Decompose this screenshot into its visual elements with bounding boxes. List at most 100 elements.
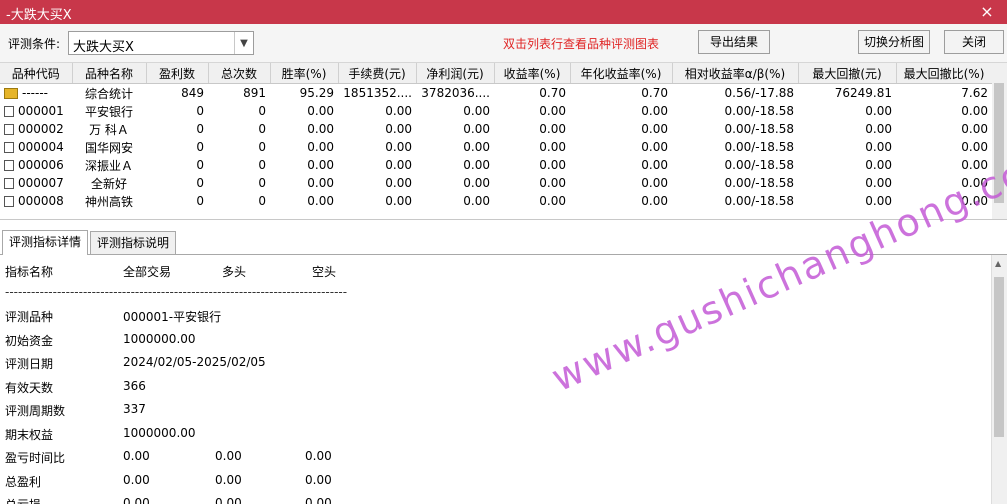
column-header[interactable]: 胜率(%) (270, 63, 339, 84)
table-cell: 0.00 (961, 140, 988, 154)
table-cell: 0.00 (641, 176, 668, 190)
chevron-down-icon[interactable]: ▼ (234, 32, 253, 54)
document-icon (4, 142, 14, 153)
table-cell: 0 (196, 158, 204, 172)
cell-code: ------ (0, 84, 72, 103)
table-row[interactable]: 000002 万 科Ａ 0 0 0.00 0.00 0.00 0.00 0.00 0.00/-18… (0, 120, 992, 138)
table-cell: 0.00 (385, 122, 412, 136)
detail-header-short: 空头 (312, 265, 337, 279)
table-scrollbar-thumb[interactable] (994, 83, 1004, 203)
table-cell: 0.00 (463, 176, 490, 190)
tab-indicator-details[interactable]: 评测指标详情 (2, 230, 89, 255)
column-header[interactable]: 收益率(%) (494, 63, 571, 84)
table-cell: 76249.81 (834, 86, 892, 100)
table-row[interactable]: 000001 平安银行 0 0 0.00 0.00 0.00 0.00 0.00 0.00/-18… (0, 102, 992, 120)
detail-separator: ----------------------------------------… (5, 285, 348, 299)
column-header[interactable]: 相对收益率α/β(%) (672, 63, 799, 84)
cell-code-text: 000007 (18, 176, 64, 190)
table-cell: 0.00 (307, 194, 334, 208)
detail-label: 评测日期 (5, 357, 54, 371)
condition-select[interactable]: 大跌大买X ▼ (68, 31, 254, 55)
table-cell: 0.70 (641, 86, 668, 100)
table-row[interactable]: 000004 国华网安 0 0 0.00 0.00 0.00 0.00 0.00 0.00/-18… (0, 138, 992, 156)
table-cell: 0.00 (385, 176, 412, 190)
table-cell: 0.00 (539, 194, 566, 208)
toolbar: 评测条件: 大跌大买X ▼ 双击列表行查看品种评测图表 导出结果 切换分析图 关… (0, 24, 1007, 63)
table-cell: 0 (258, 104, 266, 118)
table-cell: 0 (258, 176, 266, 190)
document-icon (4, 124, 14, 135)
column-header[interactable]: 品种代码 (0, 63, 73, 84)
table-cell: 0 (196, 104, 204, 118)
table-cell: 3782036.... (421, 86, 490, 100)
table-cell: 0.00 (865, 104, 892, 118)
detail-value: 0.00 (305, 449, 332, 463)
detail-value: 0.00 (123, 449, 150, 463)
table-cell: 0.00 (539, 158, 566, 172)
column-header[interactable]: 盈利数 (146, 63, 209, 84)
tab-indicator-description[interactable]: 评测指标说明 (90, 231, 177, 254)
table-row[interactable]: 000007 全新好 0 0 0.00 0.00 0.00 0.00 0.00 0.00/-18.… (0, 174, 992, 192)
cell-code: 000004 (0, 138, 72, 156)
table-cell: 0.00 (865, 176, 892, 190)
switch-chart-button[interactable]: 切换分析图 (858, 30, 930, 54)
export-button[interactable]: 导出结果 (698, 30, 770, 54)
detail-value: 337 (123, 402, 146, 416)
column-header[interactable]: 最大回撤(元) (798, 63, 897, 84)
detail-value: 1000000.00 (123, 425, 196, 440)
column-header[interactable]: 净利润(元) (416, 63, 495, 84)
table-cell: 0.00 (463, 194, 490, 208)
cell-code: 000008 (0, 192, 72, 210)
column-header[interactable]: 总次数 (208, 63, 271, 84)
detail-label: 初始资金 (5, 333, 54, 348)
detail-header-name: 指标名称 (5, 265, 54, 279)
detail-value: 0.00 (123, 496, 150, 504)
table-cell: 0.00 (539, 176, 566, 190)
column-header[interactable]: 手续费(元) (338, 63, 417, 84)
cell-code: 000002 (0, 120, 72, 138)
table-cell: 神州高铁 (84, 194, 133, 209)
table-cell: 0.00 (385, 194, 412, 208)
table-cell: 0.00 (307, 104, 334, 118)
table-cell: 平安银行 (84, 104, 133, 119)
table-cell: 0.00 (463, 158, 490, 172)
detail-value: 366 (123, 378, 146, 393)
cell-code: 000001 (0, 102, 72, 120)
table-cell: 0.00 (307, 158, 334, 172)
table-cell: 0.00 (641, 122, 668, 136)
table-cell: 0.00 (539, 122, 566, 136)
detail-label: 评测品种 (5, 310, 54, 324)
table-cell: 0.00 (641, 194, 668, 208)
window-close-icon[interactable]: × (967, 0, 1007, 24)
table-cell: 0.00/-18.58 (724, 140, 794, 154)
detail-value: 0.00 (215, 449, 242, 463)
detail-scrollbar-thumb[interactable] (994, 277, 1004, 437)
window-title: -大跌大买X (6, 8, 72, 23)
table-cell: 0 (258, 140, 266, 154)
detail-panel: 指标名称 全部交易 多头 空头 ------------------------… (0, 255, 992, 504)
table-cell: 0.00/-18.58 (724, 158, 794, 172)
table-cell: 95.29 (299, 86, 334, 100)
document-icon (4, 160, 14, 171)
table-cell: 0.00 (865, 194, 892, 208)
close-button[interactable]: 关闭 (944, 30, 1004, 54)
table-cell: 0.00 (463, 104, 490, 118)
hint-text: 双击列表行查看品种评测图表 (503, 37, 660, 51)
table-row[interactable]: 000008 神州高铁 0 0 0.00 0.00 0.00 0.00 0.00 0.00/-18… (0, 192, 992, 210)
scroll-up-icon[interactable]: ▲ (995, 259, 1001, 268)
table-cell: 0.00 (385, 104, 412, 118)
column-header[interactable]: 年化收益率(%) (570, 63, 673, 84)
table-cell: 全新好 (90, 176, 127, 191)
column-header[interactable]: 品种名称 (72, 63, 147, 84)
table-cell: 0.70 (539, 86, 566, 100)
table-cell: 国华网安 (84, 140, 133, 155)
detail-value: 1000000.00 (123, 331, 196, 346)
table-row[interactable]: ------ 综合统计 849 891 95.29 1851352.... 3782036.… (0, 84, 992, 103)
column-header[interactable]: 最大回撤比(%) (896, 63, 993, 84)
table-row[interactable]: 000006 深振业Ａ 0 0 0.00 0.00 0.00 0.00 0.00 0.00/-18… (0, 156, 992, 174)
table-cell: 0.00 (463, 122, 490, 136)
detail-label: 评测周期数 (5, 404, 66, 418)
table-scrollbar[interactable] (992, 63, 1007, 219)
detail-scrollbar[interactable]: ▲ (991, 255, 1007, 504)
detail-label: 期末权益 (5, 427, 54, 442)
